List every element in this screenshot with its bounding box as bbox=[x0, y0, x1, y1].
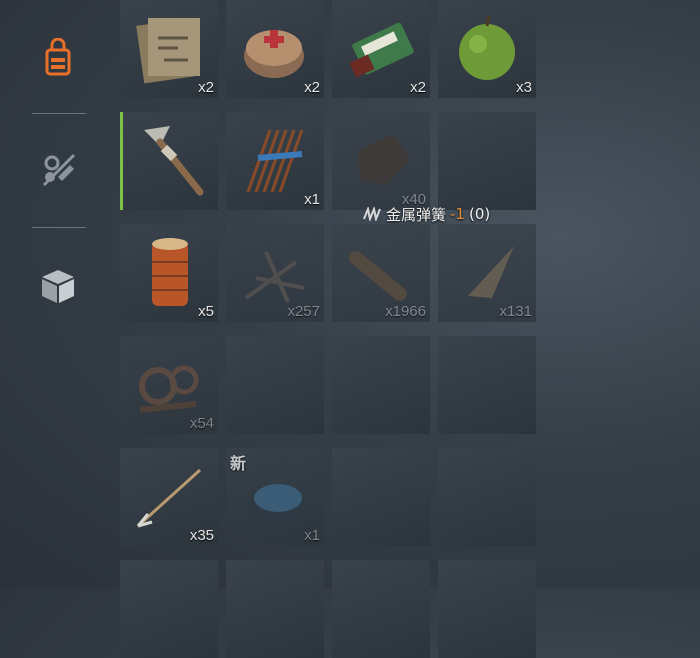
cloth-scrap-icon bbox=[358, 134, 410, 186]
item-count: x257 bbox=[287, 303, 320, 320]
inventory-slot-bandage[interactable]: x2 bbox=[226, 0, 324, 98]
inventory-slot-empty[interactable] bbox=[332, 560, 430, 658]
wooden-arrow-icon bbox=[136, 468, 202, 528]
sidebar bbox=[0, 0, 118, 588]
sidebar-divider bbox=[32, 113, 86, 114]
green-apple-icon bbox=[459, 15, 515, 80]
crafting-disabled-icon bbox=[42, 153, 76, 187]
blueprint-map-icon bbox=[136, 18, 200, 84]
inventory-slot-bowl[interactable]: 新 x1 bbox=[226, 448, 324, 546]
item-count: x2 bbox=[304, 79, 320, 96]
inventory-slot-arrows[interactable]: x1 bbox=[226, 112, 324, 210]
inventory-slot-empty[interactable] bbox=[438, 336, 536, 434]
inventory-slot-gears[interactable]: x54 bbox=[120, 336, 218, 434]
item-count: x1 bbox=[304, 191, 320, 208]
tab-backpack[interactable] bbox=[30, 30, 86, 86]
stone-pickaxe-icon bbox=[144, 126, 204, 196]
inventory-grid: x2 x2 x2 x3 x1 x40 x5 x257 x1966 x131 x5… bbox=[120, 0, 540, 658]
item-count: x2 bbox=[198, 79, 214, 96]
item-count: x3 bbox=[516, 79, 532, 96]
new-badge: 新 bbox=[230, 454, 247, 473]
inventory-slot-fiber[interactable]: x131 bbox=[438, 224, 536, 322]
inventory-slot-twigs[interactable]: x257 bbox=[226, 224, 324, 322]
spring-icon bbox=[363, 207, 381, 221]
inventory-slot-blueprint[interactable]: x2 bbox=[120, 0, 218, 98]
ceramic-bowl-icon bbox=[248, 484, 308, 524]
item-count: x2 bbox=[410, 79, 426, 96]
fiber-bundle-icon bbox=[468, 246, 514, 298]
tab-storage[interactable] bbox=[30, 258, 86, 314]
inventory-slot-snack[interactable]: x2 bbox=[332, 0, 430, 98]
inventory-slot-log[interactable]: x1966 bbox=[332, 224, 430, 322]
item-count: x35 bbox=[189, 527, 214, 544]
inventory-slot-cloth[interactable]: x40 bbox=[332, 112, 430, 210]
inventory-slot-empty[interactable] bbox=[332, 336, 430, 434]
inventory-slot-empty[interactable] bbox=[226, 336, 324, 434]
inventory-slot-empty[interactable] bbox=[438, 112, 536, 210]
inventory-slot-thread[interactable]: x5 bbox=[120, 224, 218, 322]
inventory-slot-pickaxe[interactable] bbox=[120, 112, 218, 210]
backpack-icon bbox=[45, 38, 71, 76]
sidebar-divider bbox=[32, 227, 86, 228]
tooltip-label: 金属弹簧 bbox=[386, 205, 447, 224]
item-count: x131 bbox=[499, 303, 532, 320]
box-icon bbox=[42, 270, 74, 303]
inventory-slot-arrow[interactable]: x35 bbox=[120, 448, 218, 546]
item-count: x1966 bbox=[385, 303, 426, 320]
tab-crafting[interactable] bbox=[30, 141, 86, 197]
item-count: x54 bbox=[189, 415, 214, 432]
inventory-slot-empty[interactable] bbox=[438, 560, 536, 658]
item-count: x5 bbox=[198, 303, 214, 320]
item-count: x1 bbox=[304, 527, 320, 544]
wood-log-icon bbox=[349, 251, 407, 301]
scrap-gears-icon bbox=[139, 365, 199, 413]
arrow-bundle-icon bbox=[246, 129, 304, 193]
tooltip-remaining: (0) bbox=[468, 205, 491, 223]
tooltip-delta: -1 bbox=[450, 205, 465, 223]
twigs-icon bbox=[244, 251, 305, 303]
inventory-slot-empty[interactable] bbox=[438, 448, 536, 546]
inventory-slot-empty[interactable] bbox=[120, 560, 218, 658]
bandage-roll-icon bbox=[244, 30, 304, 78]
inventory-slot-empty[interactable] bbox=[226, 560, 324, 658]
inventory-slot-apple[interactable]: x3 bbox=[438, 0, 536, 98]
snack-pack-icon bbox=[349, 22, 414, 78]
inventory-slot-empty[interactable] bbox=[332, 448, 430, 546]
item-change-tooltip: 金属弹簧 -1 (0) bbox=[362, 203, 490, 225]
thread-spool-icon bbox=[152, 238, 188, 306]
